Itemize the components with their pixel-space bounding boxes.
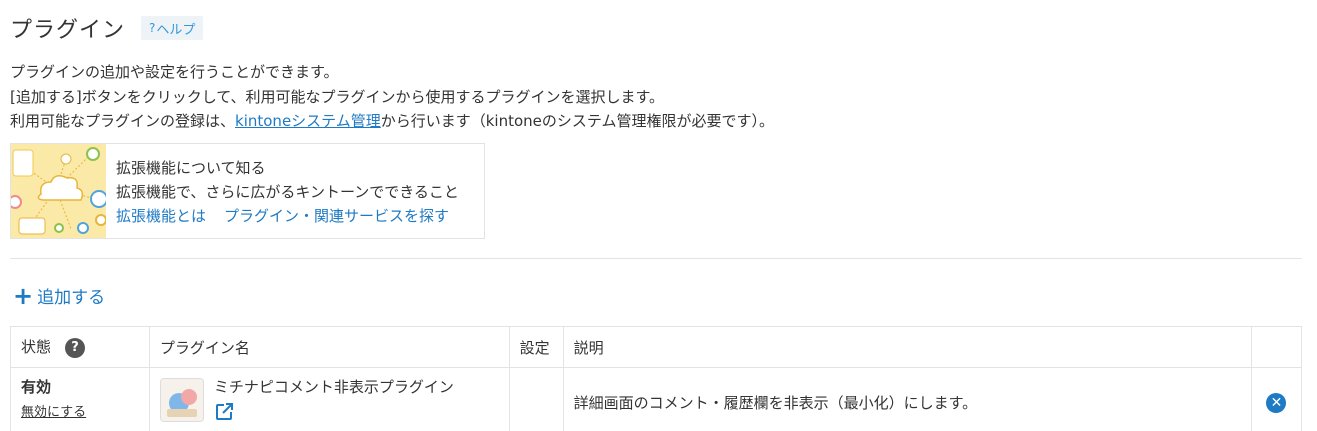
find-plugins-link[interactable]: プラグイン・関連サービスを探す — [224, 204, 449, 228]
status-cell: 有効 無効にする — [10, 367, 150, 431]
table-header-row: 状態? プラグイン名 設定 説明 — [10, 326, 1303, 368]
description-line-3: 利用可能なプラグインの登録は、kintoneシステム管理から行います（kinto… — [10, 109, 774, 134]
disable-plugin-link[interactable]: 無効にする — [21, 401, 139, 420]
plugin-name-cell: ミチナピコメント非表示プラグイン — [148, 367, 510, 431]
page-title: プラグイン — [10, 18, 126, 43]
column-header-name: プラグイン名 — [148, 326, 510, 368]
status-badge: 有効 — [21, 378, 52, 396]
status-help-icon[interactable]: ? — [65, 337, 86, 358]
extension-text: 拡張機能について知る 拡張機能で、さらに広がるキントーンでできること 拡張機能と… — [106, 144, 459, 238]
column-header-settings: 設定 — [508, 326, 564, 368]
page-description: プラグインの追加や設定を行うことができます。 [追加する]ボタンをクリックして、… — [10, 60, 774, 134]
add-plugin-label: 追加する — [37, 288, 106, 308]
extension-title: 拡張機能について知る — [116, 159, 266, 177]
page-header: プラグイン ? ヘルプ — [10, 12, 204, 44]
extension-info-box: 拡張機能について知る 拡張機能で、さらに広がるキントーンでできること 拡張機能と… — [10, 143, 485, 239]
plugin-description: 詳細画面のコメント・履歴欄を非表示（最小化）にします。 — [562, 367, 1252, 431]
description-line-2: [追加する]ボタンをクリックして、利用可能なプラグインから使用するプラグインを選… — [10, 87, 665, 106]
about-extensions-link[interactable]: 拡張機能とは — [116, 204, 206, 228]
add-plugin-button[interactable]: + 追加する — [13, 281, 106, 310]
help-icon: ? — [149, 21, 156, 35]
description-line-3-prefix: 利用可能なプラグインの登録は、 — [10, 112, 236, 130]
column-header-status: 状態? — [10, 326, 150, 368]
help-label: ヘルプ — [156, 22, 196, 38]
extension-subtitle: 拡張機能で、さらに広がるキントーンでできること — [116, 183, 459, 201]
delete-plugin-icon[interactable]: ✕ — [1266, 392, 1287, 413]
plugin-avatar — [159, 378, 204, 422]
description-line-1: プラグインの追加や設定を行うことができます。 — [10, 63, 339, 81]
plugin-name: ミチナピコメント非表示プラグイン — [213, 378, 454, 396]
column-header-description: 説明 — [562, 326, 1252, 368]
extension-illustration — [11, 144, 106, 238]
extension-links: 拡張機能とは プラグイン・関連サービスを探す — [116, 204, 459, 228]
system-admin-link[interactable]: kintoneシステム管理 — [235, 112, 381, 130]
plugin-actions-cell: ✕ — [1250, 367, 1303, 431]
plugin-table: 状態? プラグイン名 設定 説明 有効 無効にする ミチナピコメント非表示プラグ… — [10, 326, 1303, 431]
section-divider — [10, 258, 1302, 259]
plus-icon: + — [13, 281, 34, 310]
column-header-actions — [1250, 326, 1303, 368]
external-link-icon[interactable] — [214, 402, 454, 426]
table-row: 有効 無効にする ミチナピコメント非表示プラグイン 詳細画面のコメント・履歴欄を… — [10, 367, 1303, 431]
status-header-label: 状態 — [21, 338, 52, 357]
description-line-3-suffix: から行います（kintoneのシステム管理権限が必要です）。 — [380, 112, 774, 130]
help-button[interactable]: ? ヘルプ — [141, 16, 204, 40]
plugin-settings-cell — [508, 367, 564, 431]
